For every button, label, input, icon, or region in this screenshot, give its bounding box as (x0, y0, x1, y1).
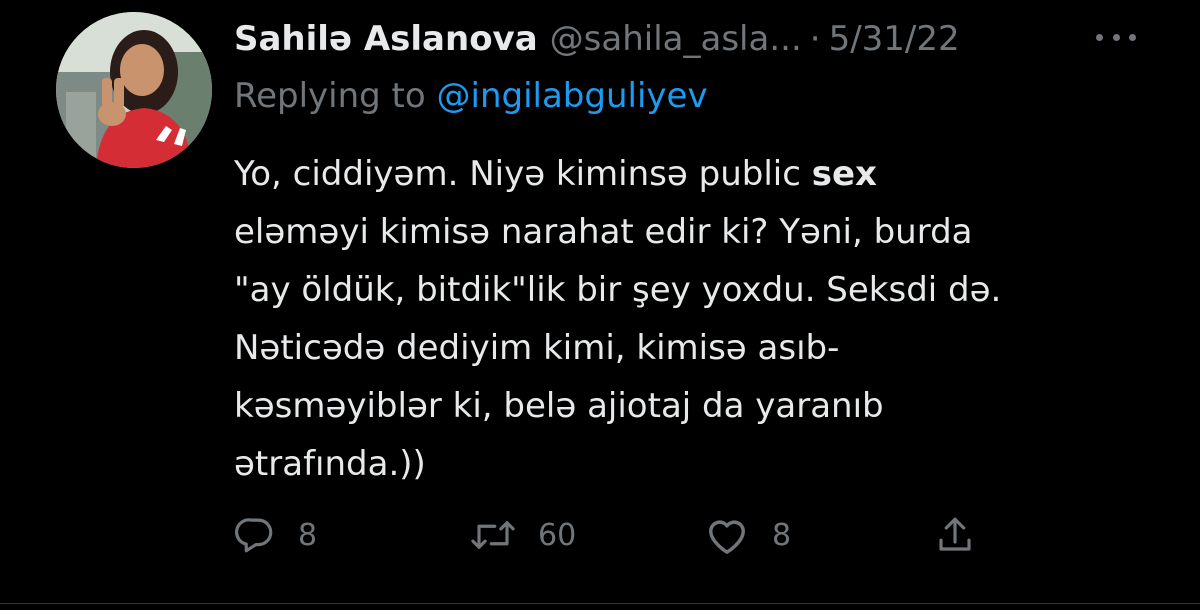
avatar[interactable] (56, 12, 212, 168)
replying-to: Replying to @ingilabguliyev (234, 76, 708, 116)
heart-icon (704, 514, 750, 556)
reply-icon (234, 514, 276, 556)
tweet-text-line: Nəticədə dediyim kimi, kimisə asıb- (234, 328, 840, 368)
tweet-text-line: "ay öldük, bitdik"lik bir şey yoxdu. Sek… (234, 270, 1002, 310)
tweet-text-line: kəsməyiblər ki, belə ajiotaj da yaranıb (234, 386, 884, 426)
tweet-header: Sahilə Aslanova @sahila_asla... · 5/31/2… (234, 14, 960, 64)
tweet-actions: 8 60 8 (234, 510, 994, 560)
like-button[interactable]: 8 (704, 510, 791, 560)
divider (0, 603, 1200, 604)
reply-mention-link[interactable]: @ingilabguliyev (437, 76, 708, 116)
retweet-icon (470, 514, 516, 556)
tweet-text-line: Yo, ciddiyəm. Niyə kiminsə public sex (234, 154, 877, 194)
more-dot (1112, 33, 1120, 41)
reply-button[interactable]: 8 (234, 510, 317, 560)
retweet-button[interactable]: 60 (470, 510, 576, 560)
bold-term: sex (811, 154, 877, 194)
replying-prefix: Replying to (234, 76, 426, 116)
tweet: Sahilə Aslanova @sahila_asla... · 5/31/2… (0, 0, 1200, 610)
reply-count: 8 (298, 517, 318, 553)
more-dot (1129, 33, 1136, 41)
separator-dot: · (809, 19, 821, 59)
more-options-icon[interactable] (1096, 22, 1136, 52)
display-name[interactable]: Sahilə Aslanova (234, 19, 538, 59)
tweet-text-line: ətrafında.)) (234, 444, 426, 484)
like-count: 8 (772, 517, 792, 553)
tweet-text: Yo, ciddiyəm. Niyə kiminsə public sex el… (234, 145, 1134, 493)
more-dot (1096, 33, 1103, 41)
share-button[interactable] (934, 510, 976, 560)
tweet-date[interactable]: 5/31/22 (829, 19, 960, 59)
retweet-count: 60 (538, 517, 577, 553)
tweet-text-line: eləməyi kimisə narahat edir ki? Yəni, bu… (234, 212, 973, 252)
user-handle[interactable]: @sahila_asla... (550, 19, 802, 59)
share-icon (934, 514, 976, 556)
